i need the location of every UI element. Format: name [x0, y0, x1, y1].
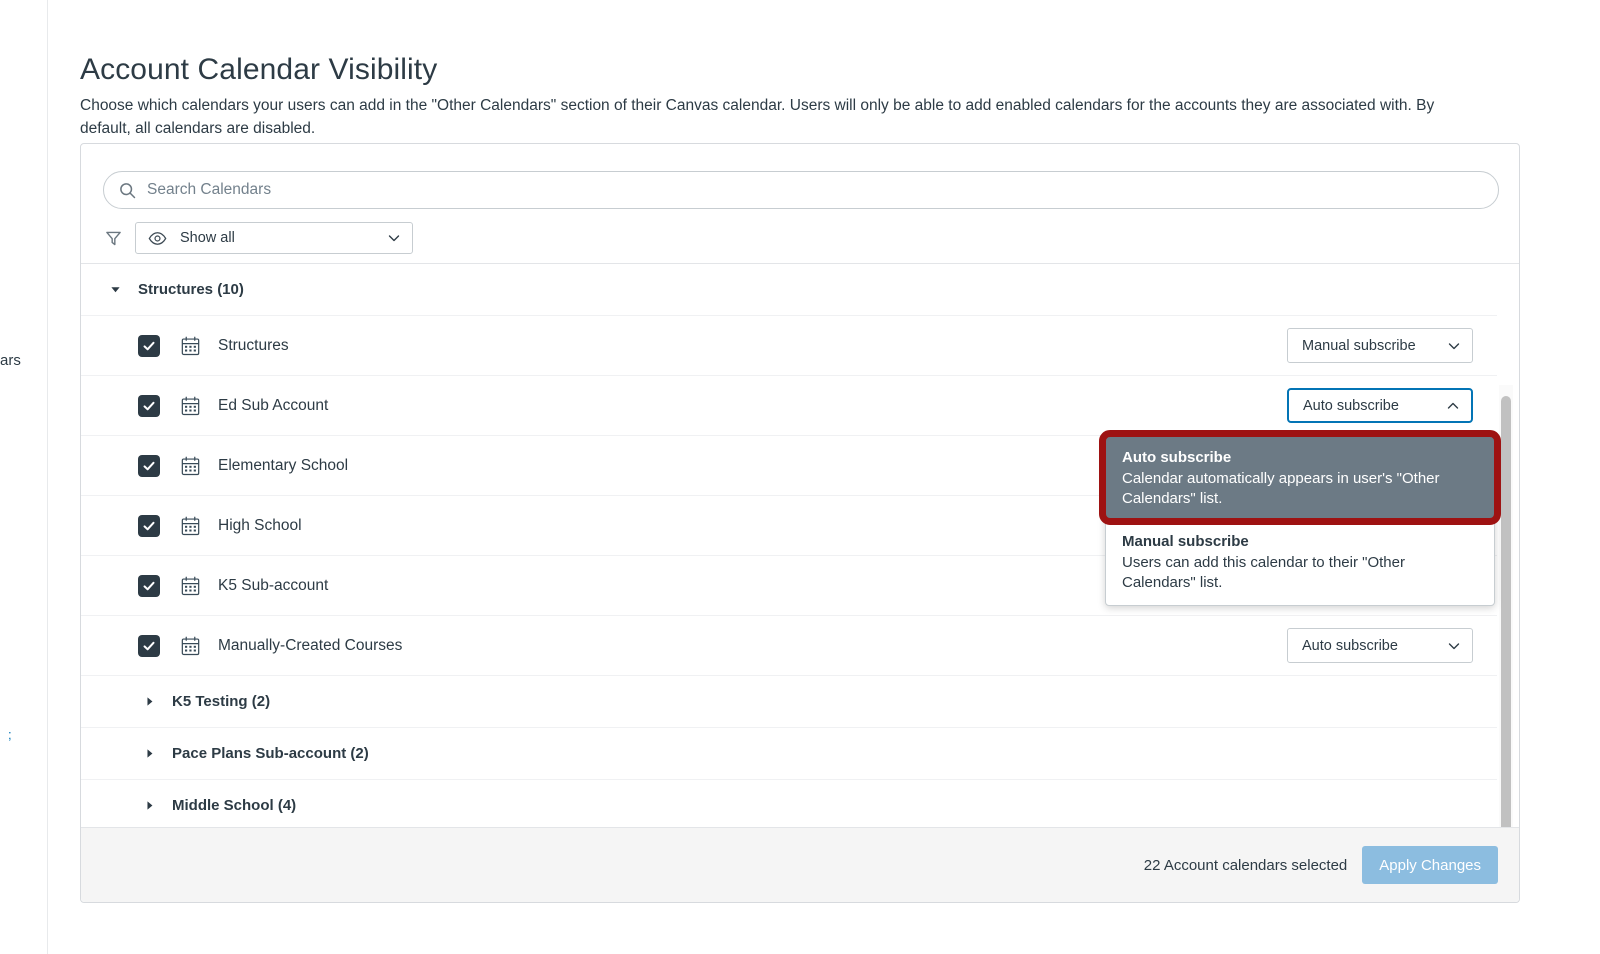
calendar-icon — [180, 635, 200, 656]
calendar-name: Manually-Created Courses — [218, 636, 403, 654]
table-row[interactable]: Manually-Created Courses Auto subscribe — [81, 616, 1497, 676]
group-header-middle-school[interactable]: Middle School (4) — [81, 780, 1497, 832]
menu-item-title: Auto subscribe — [1122, 449, 1232, 466]
subscription-value: Manual subscribe — [1302, 337, 1416, 354]
page-description: Choose which calendars your users can ad… — [80, 96, 1435, 137]
panel-footer: 22 Account calendars selected Apply Chan… — [81, 827, 1519, 902]
triangle-right-icon — [144, 748, 164, 759]
calendar-icon — [180, 575, 200, 596]
group-header-structures[interactable]: Structures (10) — [81, 264, 1497, 316]
menu-item-description: Calendar automatically appears in user's… — [1122, 470, 1440, 507]
eye-icon — [148, 229, 167, 248]
triangle-right-icon — [144, 696, 164, 707]
panel-toolbar: Show all — [81, 144, 1519, 264]
subscription-select-focused[interactable]: Auto subscribe — [1287, 388, 1473, 423]
subscription-value: Auto subscribe — [1303, 397, 1399, 414]
table-row[interactable]: Structures Manual subscribe — [81, 316, 1497, 376]
calendar-checkbox[interactable] — [138, 394, 160, 417]
group-label: Structures (10) — [138, 281, 244, 298]
menu-item-description: Users can add this calendar to their "Ot… — [1122, 554, 1405, 591]
gutter-text-fragment-top: ars — [0, 352, 21, 369]
calendar-checkbox[interactable] — [138, 634, 160, 657]
app-root: ars ; Account Calendar Visibility Choose… — [0, 0, 1600, 954]
calendar-icon — [180, 395, 200, 416]
group-label: Middle School (4) — [172, 797, 297, 814]
calendar-checkbox[interactable] — [138, 514, 160, 537]
search-icon — [118, 181, 136, 199]
subscription-select[interactable]: Auto subscribe — [1287, 628, 1473, 663]
subscription-dropdown-menu[interactable]: Auto subscribe Calendar automatically ap… — [1105, 436, 1495, 606]
selected-count-label: 22 Account calendars selected — [1143, 856, 1348, 874]
calendar-checkbox[interactable] — [138, 454, 160, 477]
group-label: K5 Testing (2) — [172, 693, 271, 710]
calendar-name: Ed Sub Account — [218, 396, 329, 414]
triangle-down-icon — [110, 284, 130, 295]
gutter-divider — [47, 0, 48, 954]
page-title: Account Calendar Visibility — [80, 53, 438, 87]
filter-icon — [103, 228, 123, 248]
visibility-filter-select[interactable]: Show all — [135, 222, 413, 254]
chevron-down-icon — [386, 230, 402, 246]
visibility-filter-value: Show all — [180, 230, 235, 246]
chevron-up-icon — [1445, 398, 1461, 414]
calendar-icon — [180, 335, 200, 356]
calendar-checkbox[interactable] — [138, 574, 160, 597]
chevron-down-icon — [1446, 638, 1462, 654]
search-calendars-field[interactable] — [103, 171, 1499, 209]
calendar-icon — [180, 515, 200, 536]
subscription-value: Auto subscribe — [1302, 637, 1398, 654]
filter-row: Show all — [103, 222, 413, 254]
group-header-pace-plans-sub-account[interactable]: Pace Plans Sub-account (2) — [81, 728, 1497, 780]
calendar-checkbox[interactable] — [138, 334, 160, 357]
gutter-text-fragment-bottom: ; — [8, 727, 12, 742]
search-input[interactable] — [136, 181, 1498, 199]
subscription-select[interactable]: Manual subscribe — [1287, 328, 1473, 363]
menu-item-auto-subscribe[interactable]: Auto subscribe Calendar automatically ap… — [1106, 437, 1494, 521]
triangle-right-icon — [144, 800, 164, 811]
group-header-k5-testing[interactable]: K5 Testing (2) — [81, 676, 1497, 728]
apply-changes-button[interactable]: Apply Changes — [1362, 846, 1498, 884]
list-scrollbar-thumb[interactable] — [1501, 396, 1511, 847]
menu-item-title: Manual subscribe — [1122, 533, 1249, 550]
menu-item-manual-subscribe[interactable]: Manual subscribe Users can add this cale… — [1106, 521, 1494, 605]
group-label: Pace Plans Sub-account (2) — [172, 745, 369, 762]
chevron-down-icon — [1446, 338, 1462, 354]
calendar-name: Structures — [218, 336, 289, 354]
table-row[interactable]: Ed Sub Account Auto subscribe — [81, 376, 1497, 436]
calendar-icon — [180, 455, 200, 476]
